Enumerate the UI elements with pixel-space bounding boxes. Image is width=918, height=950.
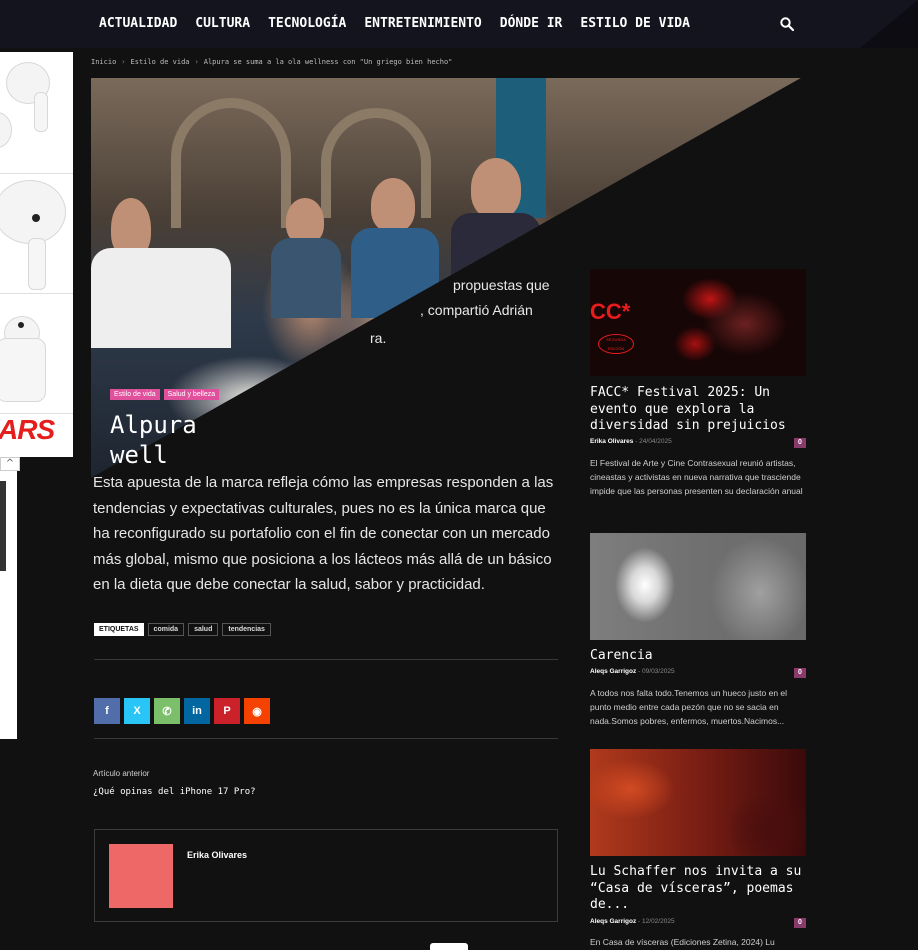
article-text-fragment: propuestas que: [453, 277, 550, 293]
hero-person-shirt: [91, 248, 231, 348]
previous-article-label: Artículo anterior: [93, 769, 150, 778]
divider: [94, 659, 558, 660]
sidebar-card-excerpt: A todos nos falta todo.Tenemos un hueco …: [590, 688, 788, 726]
sidebar-card-excerpt: En Casa de vísceras (Ediciones Zetina, 2…: [590, 937, 775, 947]
pinterest-share-button[interactable]: P: [214, 698, 240, 724]
ad-collapse-button[interactable]: ^: [0, 457, 20, 471]
scroll-to-top-button[interactable]: [430, 943, 468, 950]
nav-item-donde-ir[interactable]: DÓNDE IR: [500, 16, 563, 31]
ad-brand-logo: ARS: [0, 414, 55, 445]
article-text-fragment: , compartió Adrián: [420, 302, 533, 318]
nav-item-entretenimiento[interactable]: ENTRETENIMIENTO: [364, 16, 481, 31]
article-title: Alpura well: [110, 410, 490, 470]
tag-link[interactable]: salud: [188, 623, 219, 636]
earbud-speaker: [32, 214, 40, 222]
sidebar-card-meta: Aleqs Garrigoz - 12/02/2025 0: [590, 918, 806, 928]
article-tags: ETIQUETAS comida salud tendencias: [94, 623, 271, 636]
category-tag[interactable]: Salud y belleza: [163, 389, 220, 400]
reddit-share-button[interactable]: ◉: [244, 698, 270, 724]
sidebar-card-meta: Erika Olivares - 24/04/2025 0: [590, 438, 806, 448]
hero-person-shirt: [271, 238, 341, 318]
reddit-icon: ◉: [252, 705, 262, 718]
breadcrumb-home[interactable]: Inicio: [91, 58, 116, 66]
nav-item-tecnologia[interactable]: TECNOLOGÍA: [268, 16, 346, 31]
article-title-line: well: [110, 441, 168, 469]
main-nav: ACTUALIDAD CULTURA TECNOLOGÍA ENTRETENIM…: [99, 16, 690, 31]
breadcrumb-separator: ›: [194, 58, 199, 66]
search-icon[interactable]: [779, 16, 795, 32]
facebook-share-button[interactable]: f: [94, 698, 120, 724]
category-tag[interactable]: Estilo de vida: [110, 389, 160, 400]
sidebar-card-excerpt: El Festival de Arte y Cine Contrasexual …: [590, 458, 803, 496]
ad-product-image: [0, 174, 73, 294]
share-buttons: f X ✆ in P ◉: [94, 698, 270, 724]
article-text-fragment: ra.: [370, 330, 387, 346]
pinterest-icon: P: [223, 705, 231, 717]
sidebar-card-title[interactable]: FACC* Festival 2025: Un evento que explo…: [590, 385, 816, 435]
card-author[interactable]: Aleqs Garrigoz: [590, 918, 636, 925]
sidebar-card-title[interactable]: Lu Schaffer nos invita a su “Casa de vís…: [590, 864, 816, 914]
card-author[interactable]: Aleqs Garrigoz: [590, 668, 636, 675]
earbud-speaker: [18, 322, 24, 328]
previous-article-link[interactable]: ¿Qué opinas del iPhone 17 Pro?: [93, 787, 256, 797]
comment-count-badge[interactable]: 0: [794, 438, 806, 448]
nav-item-cultura[interactable]: CULTURA: [195, 16, 250, 31]
comment-count-badge[interactable]: 0: [794, 668, 806, 678]
nav-item-actualidad[interactable]: ACTUALIDAD: [99, 16, 177, 31]
earbud: [0, 112, 12, 148]
card-date: 09/03/2025: [642, 668, 675, 675]
breadcrumb-separator: ›: [121, 58, 126, 66]
sidebar-card-title[interactable]: Carencia: [590, 648, 816, 665]
linkedin-icon: in: [192, 705, 202, 717]
ad-product-image: [0, 52, 73, 174]
sidebar-card-meta: Aleqs Garrigoz - 09/03/2025 0: [590, 668, 806, 678]
card-date: 12/02/2025: [642, 918, 675, 925]
author-name[interactable]: Erika Olivares: [187, 850, 247, 860]
tag-link[interactable]: tendencias: [222, 623, 271, 636]
breadcrumb-category[interactable]: Estilo de vida: [131, 58, 190, 66]
facebook-icon: f: [105, 705, 109, 717]
nav-item-estilo-de-vida[interactable]: ESTILO DE VIDA: [580, 16, 690, 31]
facc-logo: CC*: [590, 299, 631, 324]
sidebar-card-image[interactable]: [590, 533, 806, 640]
whatsapp-share-button[interactable]: ✆: [154, 698, 180, 724]
x-share-button[interactable]: X: [124, 698, 150, 724]
breadcrumb: Inicio › Estilo de vida › Alpura se suma…: [91, 58, 452, 66]
earbud-stem: [28, 238, 46, 290]
article-title-line: Alpura: [110, 411, 197, 439]
card-author[interactable]: Erika Olivares: [590, 438, 633, 445]
facc-seal: SEGUNDA EDICIÓN: [598, 334, 634, 354]
card-date: 24/04/2025: [639, 438, 672, 445]
author-box: Erika Olivares: [94, 829, 558, 922]
hero-category-tags: Estilo de vida Salud y belleza: [110, 389, 220, 400]
earbud-stem: [34, 92, 48, 132]
hero-person: [471, 158, 521, 218]
tags-label: ETIQUETAS: [94, 623, 144, 636]
ad-strip-graphic: [0, 481, 6, 571]
top-navigation-bar: ACTUALIDAD CULTURA TECNOLOGÍA ENTRETENIM…: [0, 0, 918, 48]
tag-link[interactable]: comida: [147, 623, 185, 636]
ad-banner[interactable]: ⓘ ⋮ ARS: [0, 52, 73, 457]
breadcrumb-current: Alpura se suma a la ola wellness con "Un…: [203, 58, 453, 66]
hero-person: [371, 178, 415, 232]
earbud-case: [0, 338, 46, 402]
author-avatar[interactable]: [109, 844, 173, 908]
comment-count-badge[interactable]: 0: [794, 918, 806, 928]
ad-side-strip: [0, 471, 17, 739]
whatsapp-icon: ✆: [162, 705, 172, 718]
earbud: [0, 180, 66, 244]
sidebar-card-image[interactable]: CC* SEGUNDA EDICIÓN: [590, 269, 806, 376]
hero-arch: [171, 98, 291, 228]
article-paragraph: Esta apuesta de la marca refleja cómo la…: [93, 474, 554, 593]
sidebar-card-image[interactable]: [590, 749, 806, 856]
linkedin-share-button[interactable]: in: [184, 698, 210, 724]
x-icon: X: [133, 705, 141, 717]
divider: [94, 738, 558, 739]
ad-product-image: [0, 294, 73, 414]
